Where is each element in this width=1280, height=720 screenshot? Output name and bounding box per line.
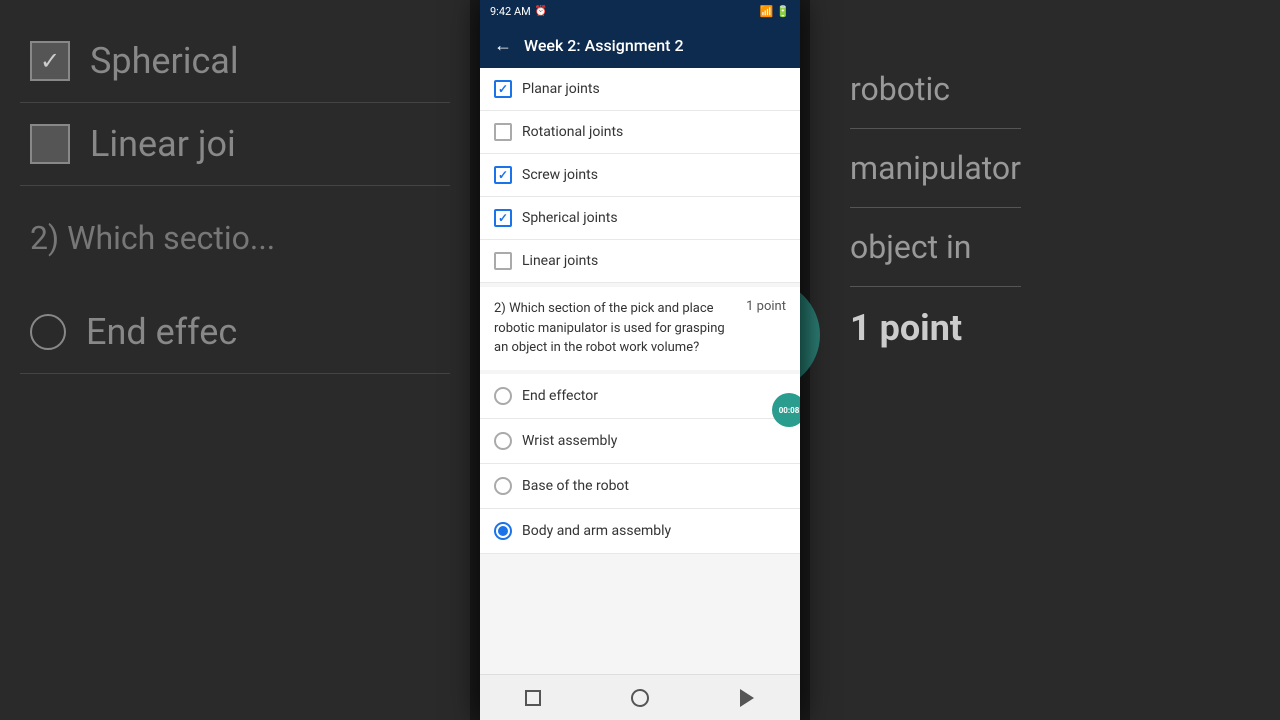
- radio-end-effector[interactable]: End effector: [480, 374, 800, 419]
- radio-base-label: Base of the robot: [522, 478, 629, 494]
- time-display: 9:42 AM: [490, 5, 531, 18]
- radio-body-label: Body and arm assembly: [522, 523, 671, 539]
- nav-back-button[interactable]: [735, 686, 759, 710]
- checkbox-planar-box[interactable]: ✓: [494, 80, 512, 98]
- planar-tick: ✓: [498, 82, 508, 96]
- checkbox-screw[interactable]: ✓ Screw joints: [480, 154, 800, 197]
- bg-right-content: robotic manipulator object in 1 point: [850, 20, 1021, 349]
- bg-linear-item: Linear joi: [20, 103, 450, 186]
- bg-object-text: object in: [850, 208, 1021, 287]
- screw-tick: ✓: [498, 168, 508, 182]
- question-body: Which section of the pick and place robo…: [494, 301, 725, 355]
- square-icon: [525, 690, 541, 706]
- triangle-icon: [740, 689, 754, 707]
- spherical-label: Spherical joints: [522, 210, 618, 226]
- checkbox-spherical[interactable]: ✓ Spherical joints: [480, 197, 800, 240]
- checkbox-planar[interactable]: ✓ Planar joints: [480, 68, 800, 111]
- checkbox-rotational-box[interactable]: [494, 123, 512, 141]
- sim-icon: 📶: [760, 5, 774, 18]
- alarm-icon: ⏰: [535, 6, 547, 17]
- content-area[interactable]: ✓ Planar joints Rotational joints ✓ Scre…: [480, 68, 800, 674]
- status-bar: 9:42 AM ⏰ 📶 🔋: [480, 0, 800, 22]
- bg-spherical-checkbox: ✓: [30, 41, 70, 81]
- navigation-bar: [480, 674, 800, 720]
- checkbox-linear[interactable]: Linear joints: [480, 240, 800, 283]
- phone-container: 9:42 AM ⏰ 📶 🔋 ← Week 2: Assignment 2 ✓ P…: [480, 0, 800, 720]
- status-bar-right: 📶 🔋: [760, 5, 790, 18]
- radio-body-circle[interactable]: [494, 522, 512, 540]
- bg-question: 2) Which sectio...: [20, 186, 450, 291]
- bg-linear-checkbox: [30, 124, 70, 164]
- bg-end-effector-label: End effec: [86, 311, 237, 353]
- checkbox-spherical-box[interactable]: ✓: [494, 209, 512, 227]
- radio-section: End effector Wrist assembly Base of the …: [480, 374, 800, 554]
- header-title: Week 2: Assignment 2: [524, 36, 684, 55]
- planar-label: Planar joints: [522, 81, 600, 97]
- bg-spherical-label: Spherical: [90, 40, 239, 82]
- checkbox-rotational[interactable]: Rotational joints: [480, 111, 800, 154]
- spherical-tick: ✓: [498, 211, 508, 225]
- radio-wrist-label: Wrist assembly: [522, 433, 617, 449]
- radio-end-effector-label: End effector: [522, 388, 598, 404]
- nav-square-button[interactable]: [521, 686, 545, 710]
- question-row: 2) Which section of the pick and place r…: [494, 299, 786, 358]
- question-2-section: 2) Which section of the pick and place r…: [480, 287, 800, 370]
- bg-point-label: 1 point: [850, 307, 1021, 349]
- battery-icon: 🔋: [776, 5, 790, 18]
- status-bar-left: 9:42 AM ⏰: [490, 5, 547, 18]
- rotational-label: Rotational joints: [522, 124, 623, 140]
- radio-end-effector-circle[interactable]: [494, 387, 512, 405]
- nav-home-button[interactable]: [628, 686, 652, 710]
- background-left: ✓ Spherical Linear joi 2) Which sectio..…: [0, 0, 470, 720]
- question-2-text: 2) Which section of the pick and place r…: [494, 299, 738, 358]
- bg-linear-label: Linear joi: [90, 123, 236, 165]
- radio-wrist-circle[interactable]: [494, 432, 512, 450]
- radio-base-circle[interactable]: [494, 477, 512, 495]
- screw-label: Screw joints: [522, 167, 598, 183]
- radio-body-arm[interactable]: Body and arm assembly: [480, 509, 800, 554]
- app-header: ← Week 2: Assignment 2: [480, 22, 800, 68]
- points-badge: 1 point: [746, 299, 786, 314]
- bg-spherical-item: ✓ Spherical: [20, 20, 450, 103]
- checkbox-section: ✓ Planar joints Rotational joints ✓ Scre…: [480, 68, 800, 283]
- timer-bubble: 00:08: [772, 393, 800, 427]
- bg-robotic-text: robotic: [850, 50, 1021, 129]
- bg-radio-circle: [30, 314, 66, 350]
- background-right: robotic manipulator object in 1 point: [810, 0, 1280, 720]
- circle-icon: [631, 689, 649, 707]
- question-number: 2): [494, 301, 506, 316]
- bg-check-mark: ✓: [40, 47, 60, 75]
- bg-manipulator-text: manipulator: [850, 129, 1021, 208]
- back-button[interactable]: ←: [494, 35, 512, 56]
- linear-label: Linear joints: [522, 253, 598, 269]
- checkbox-linear-box[interactable]: [494, 252, 512, 270]
- radio-wrist-assembly[interactable]: Wrist assembly: [480, 419, 800, 464]
- checkbox-screw-box[interactable]: ✓: [494, 166, 512, 184]
- radio-base-robot[interactable]: Base of the robot: [480, 464, 800, 509]
- bg-end-effector-item: End effec: [20, 291, 450, 374]
- timer-display: 00:08: [779, 406, 800, 415]
